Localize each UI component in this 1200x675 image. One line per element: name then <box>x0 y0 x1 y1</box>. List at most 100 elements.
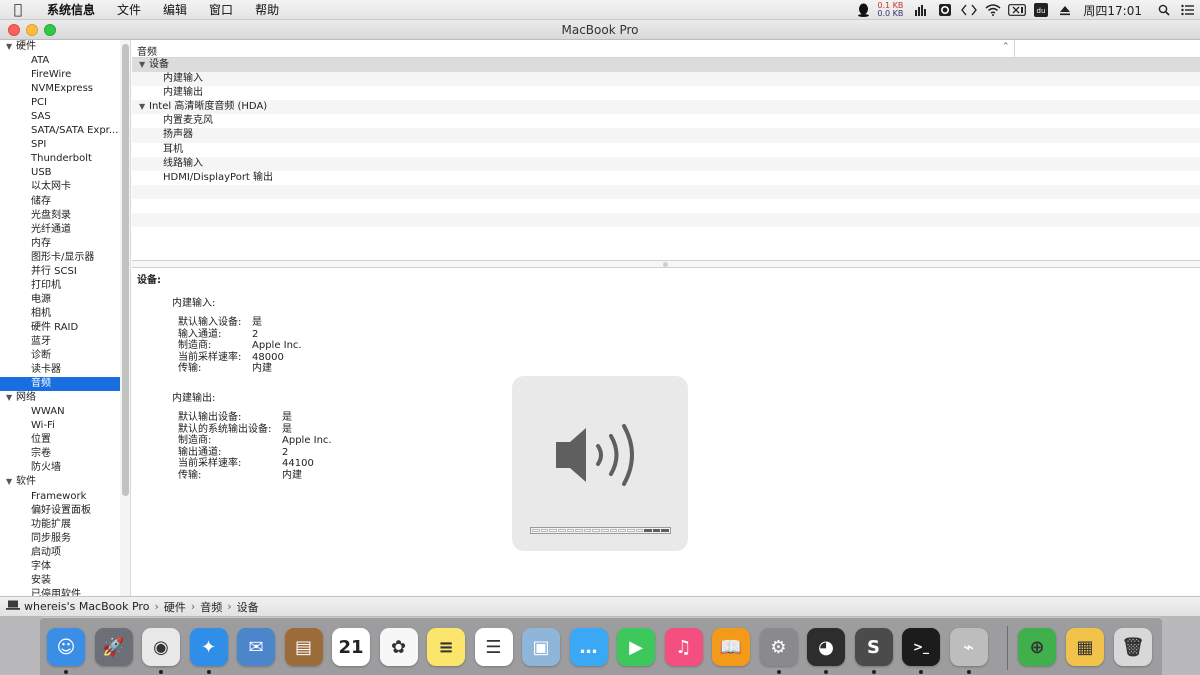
tree-row[interactable]: 扬声器 <box>132 128 1200 143</box>
sidebar-item[interactable]: 防火墙 <box>0 461 120 475</box>
apple-menu-icon[interactable]:  <box>0 2 36 18</box>
sidebar-item[interactable]: 打印机 <box>0 279 120 293</box>
sidebar-item[interactable]: 功能扩展 <box>0 518 120 532</box>
settings-gear-icon[interactable] <box>933 0 957 20</box>
disclosure-triangle-icon[interactable]: ▼ <box>139 100 149 114</box>
menu-clock[interactable]: 周四17:01 <box>1077 2 1152 19</box>
sublime-text-icon[interactable]: S <box>854 628 893 666</box>
column-header[interactable]: 音频 ⌃ <box>132 40 1200 58</box>
sidebar-item[interactable]: 音频 <box>0 377 120 392</box>
sidebar-item[interactable]: SPI <box>0 138 120 152</box>
minimize-window-button[interactable] <box>26 24 38 36</box>
sidebar-item[interactable]: 已停用软件 <box>0 588 120 596</box>
documents-stack-icon[interactable]: ▦ <box>1066 628 1104 666</box>
sidebar-item[interactable]: 读卡器 <box>0 363 120 377</box>
sidebar-item[interactable]: 宗卷 <box>0 447 120 461</box>
notification-center-icon[interactable] <box>1176 0 1200 20</box>
sidebar-item[interactable]: FireWire <box>0 68 120 82</box>
sidebar-item[interactable]: 并行 SCSI <box>0 265 120 279</box>
sidebar-item[interactable]: SAS <box>0 110 120 124</box>
disclosure-triangle-icon[interactable]: ▼ <box>139 58 149 72</box>
zoom-window-button[interactable] <box>44 24 56 36</box>
window-titlebar[interactable]: MacBook Pro <box>0 20 1200 40</box>
path-item-audio[interactable]: 音频 <box>200 599 222 615</box>
sidebar-item[interactable]: 位置 <box>0 433 120 447</box>
tree-row[interactable]: ▼ Intel 高清晰度音频 (HDA) <box>132 100 1200 115</box>
system-preferences-icon[interactable]: ⚙ <box>759 628 798 666</box>
sidebar-item[interactable]: 蓝牙 <box>0 335 120 349</box>
sort-chevron-icon[interactable]: ⌃ <box>1002 42 1010 52</box>
sidebar-item[interactable]: Framework <box>0 490 120 504</box>
trash-icon[interactable]: 🗑 <box>1114 628 1152 666</box>
sidebar-item[interactable]: 相机 <box>0 307 120 321</box>
sidebar-item[interactable]: 图形卡/显示器 <box>0 251 120 265</box>
path-item-hardware[interactable]: 硬件 <box>164 599 186 615</box>
qq-icon[interactable]: ◕ <box>807 628 845 666</box>
sidebar-category[interactable]: ▼ 硬件 <box>0 40 120 54</box>
facetime-icon[interactable]: ▶ <box>617 628 655 666</box>
sidebar-item[interactable]: USB <box>0 166 120 180</box>
sidebar-item[interactable]: 安装 <box>0 574 120 588</box>
sidebar-item[interactable]: 储存 <box>0 195 120 209</box>
network-speed-readout[interactable]: 0.1 KB 0.0 KB <box>875 2 909 18</box>
sidebar-item[interactable]: 启动项 <box>0 546 120 560</box>
sidebar-item[interactable]: SATA/SATA Expr... <box>0 124 120 138</box>
sidebar-item[interactable]: PCI <box>0 96 120 110</box>
preview-icon[interactable]: ▣ <box>522 628 560 666</box>
disclosure-triangle-icon[interactable]: ▼ <box>6 391 16 405</box>
disclosure-triangle-icon[interactable]: ▼ <box>6 475 16 489</box>
column-divider[interactable] <box>1014 40 1015 58</box>
finder-icon[interactable]: ☺ <box>47 628 85 666</box>
tree-row[interactable]: 耳机 <box>132 143 1200 157</box>
sidebar-item[interactable]: 诊断 <box>0 349 120 363</box>
sidebar-item[interactable]: 电源 <box>0 293 120 307</box>
disclosure-triangle-icon[interactable]: ▼ <box>6 40 16 54</box>
close-window-button[interactable] <box>8 24 20 36</box>
download-folder-icon[interactable]: ⊕ <box>1018 628 1056 666</box>
sidebar-scrollbar[interactable] <box>120 40 131 596</box>
tree-row[interactable]: 内置麦克风 <box>132 114 1200 128</box>
tree-row[interactable]: 内建输出 <box>132 86 1200 100</box>
sidebar-item[interactable]: 硬件 RAID <box>0 321 120 335</box>
photos-icon[interactable]: ✿ <box>379 628 418 666</box>
sidebar-item[interactable]: 以太网卡 <box>0 180 120 194</box>
menu-help[interactable]: 帮助 <box>244 1 290 18</box>
bar-chart-icon[interactable] <box>909 0 933 20</box>
menu-app-name[interactable]: 系统信息 <box>36 1 106 18</box>
tree-row[interactable]: HDMI/DisplayPort 输出 <box>132 171 1200 185</box>
sidebar-item[interactable]: Thunderbolt <box>0 152 120 166</box>
tree-row[interactable]: ▼ 设备 <box>132 58 1200 73</box>
spotlight-search-icon[interactable] <box>1152 0 1176 20</box>
menu-window[interactable]: 窗口 <box>198 1 244 18</box>
xcode-box-icon[interactable] <box>1005 0 1029 20</box>
qq-status-icon[interactable] <box>851 0 875 20</box>
system-information-icon[interactable]: ⌁ <box>949 628 988 666</box>
dictionary-du-icon[interactable]: du <box>1029 0 1053 20</box>
wifi-icon[interactable] <box>981 0 1005 20</box>
pane-splitter[interactable] <box>132 260 1200 268</box>
sidebar-item[interactable]: 同步服务 <box>0 532 120 546</box>
reminders-icon[interactable]: ☰ <box>474 628 513 666</box>
sidebar-item[interactable]: Wi-Fi <box>0 419 120 433</box>
menu-edit[interactable]: 编辑 <box>152 1 198 18</box>
contacts-icon[interactable]: ▤ <box>284 628 323 666</box>
sidebar-item[interactable]: NVMExpress <box>0 82 120 96</box>
sidebar-scroll-thumb[interactable] <box>122 44 129 496</box>
sidebar-category[interactable]: ▼ 软件 <box>0 475 120 489</box>
sidebar-item[interactable]: 光盘刻录 <box>0 209 120 223</box>
menu-file[interactable]: 文件 <box>106 1 152 18</box>
messages-icon[interactable]: … <box>569 628 608 666</box>
sidebar-item[interactable]: WWAN <box>0 405 120 419</box>
path-item-devices[interactable]: 设备 <box>237 599 259 615</box>
sidebar-item[interactable]: ATA <box>0 54 120 68</box>
ibooks-icon[interactable]: 📖 <box>712 628 750 666</box>
safari-icon[interactable]: ✦ <box>189 628 228 666</box>
terminal-icon[interactable]: >_ <box>902 628 940 666</box>
notes-icon[interactable]: ≡ <box>427 628 465 666</box>
launchpad-icon[interactable]: 🚀 <box>94 628 133 666</box>
sidebar-item[interactable]: 字体 <box>0 560 120 574</box>
sidebar-item[interactable]: 光纤通道 <box>0 223 120 237</box>
splitter-handle[interactable] <box>663 262 668 267</box>
eject-icon[interactable] <box>1053 0 1077 20</box>
path-item-computer[interactable]: whereis's MacBook Pro <box>24 600 149 613</box>
